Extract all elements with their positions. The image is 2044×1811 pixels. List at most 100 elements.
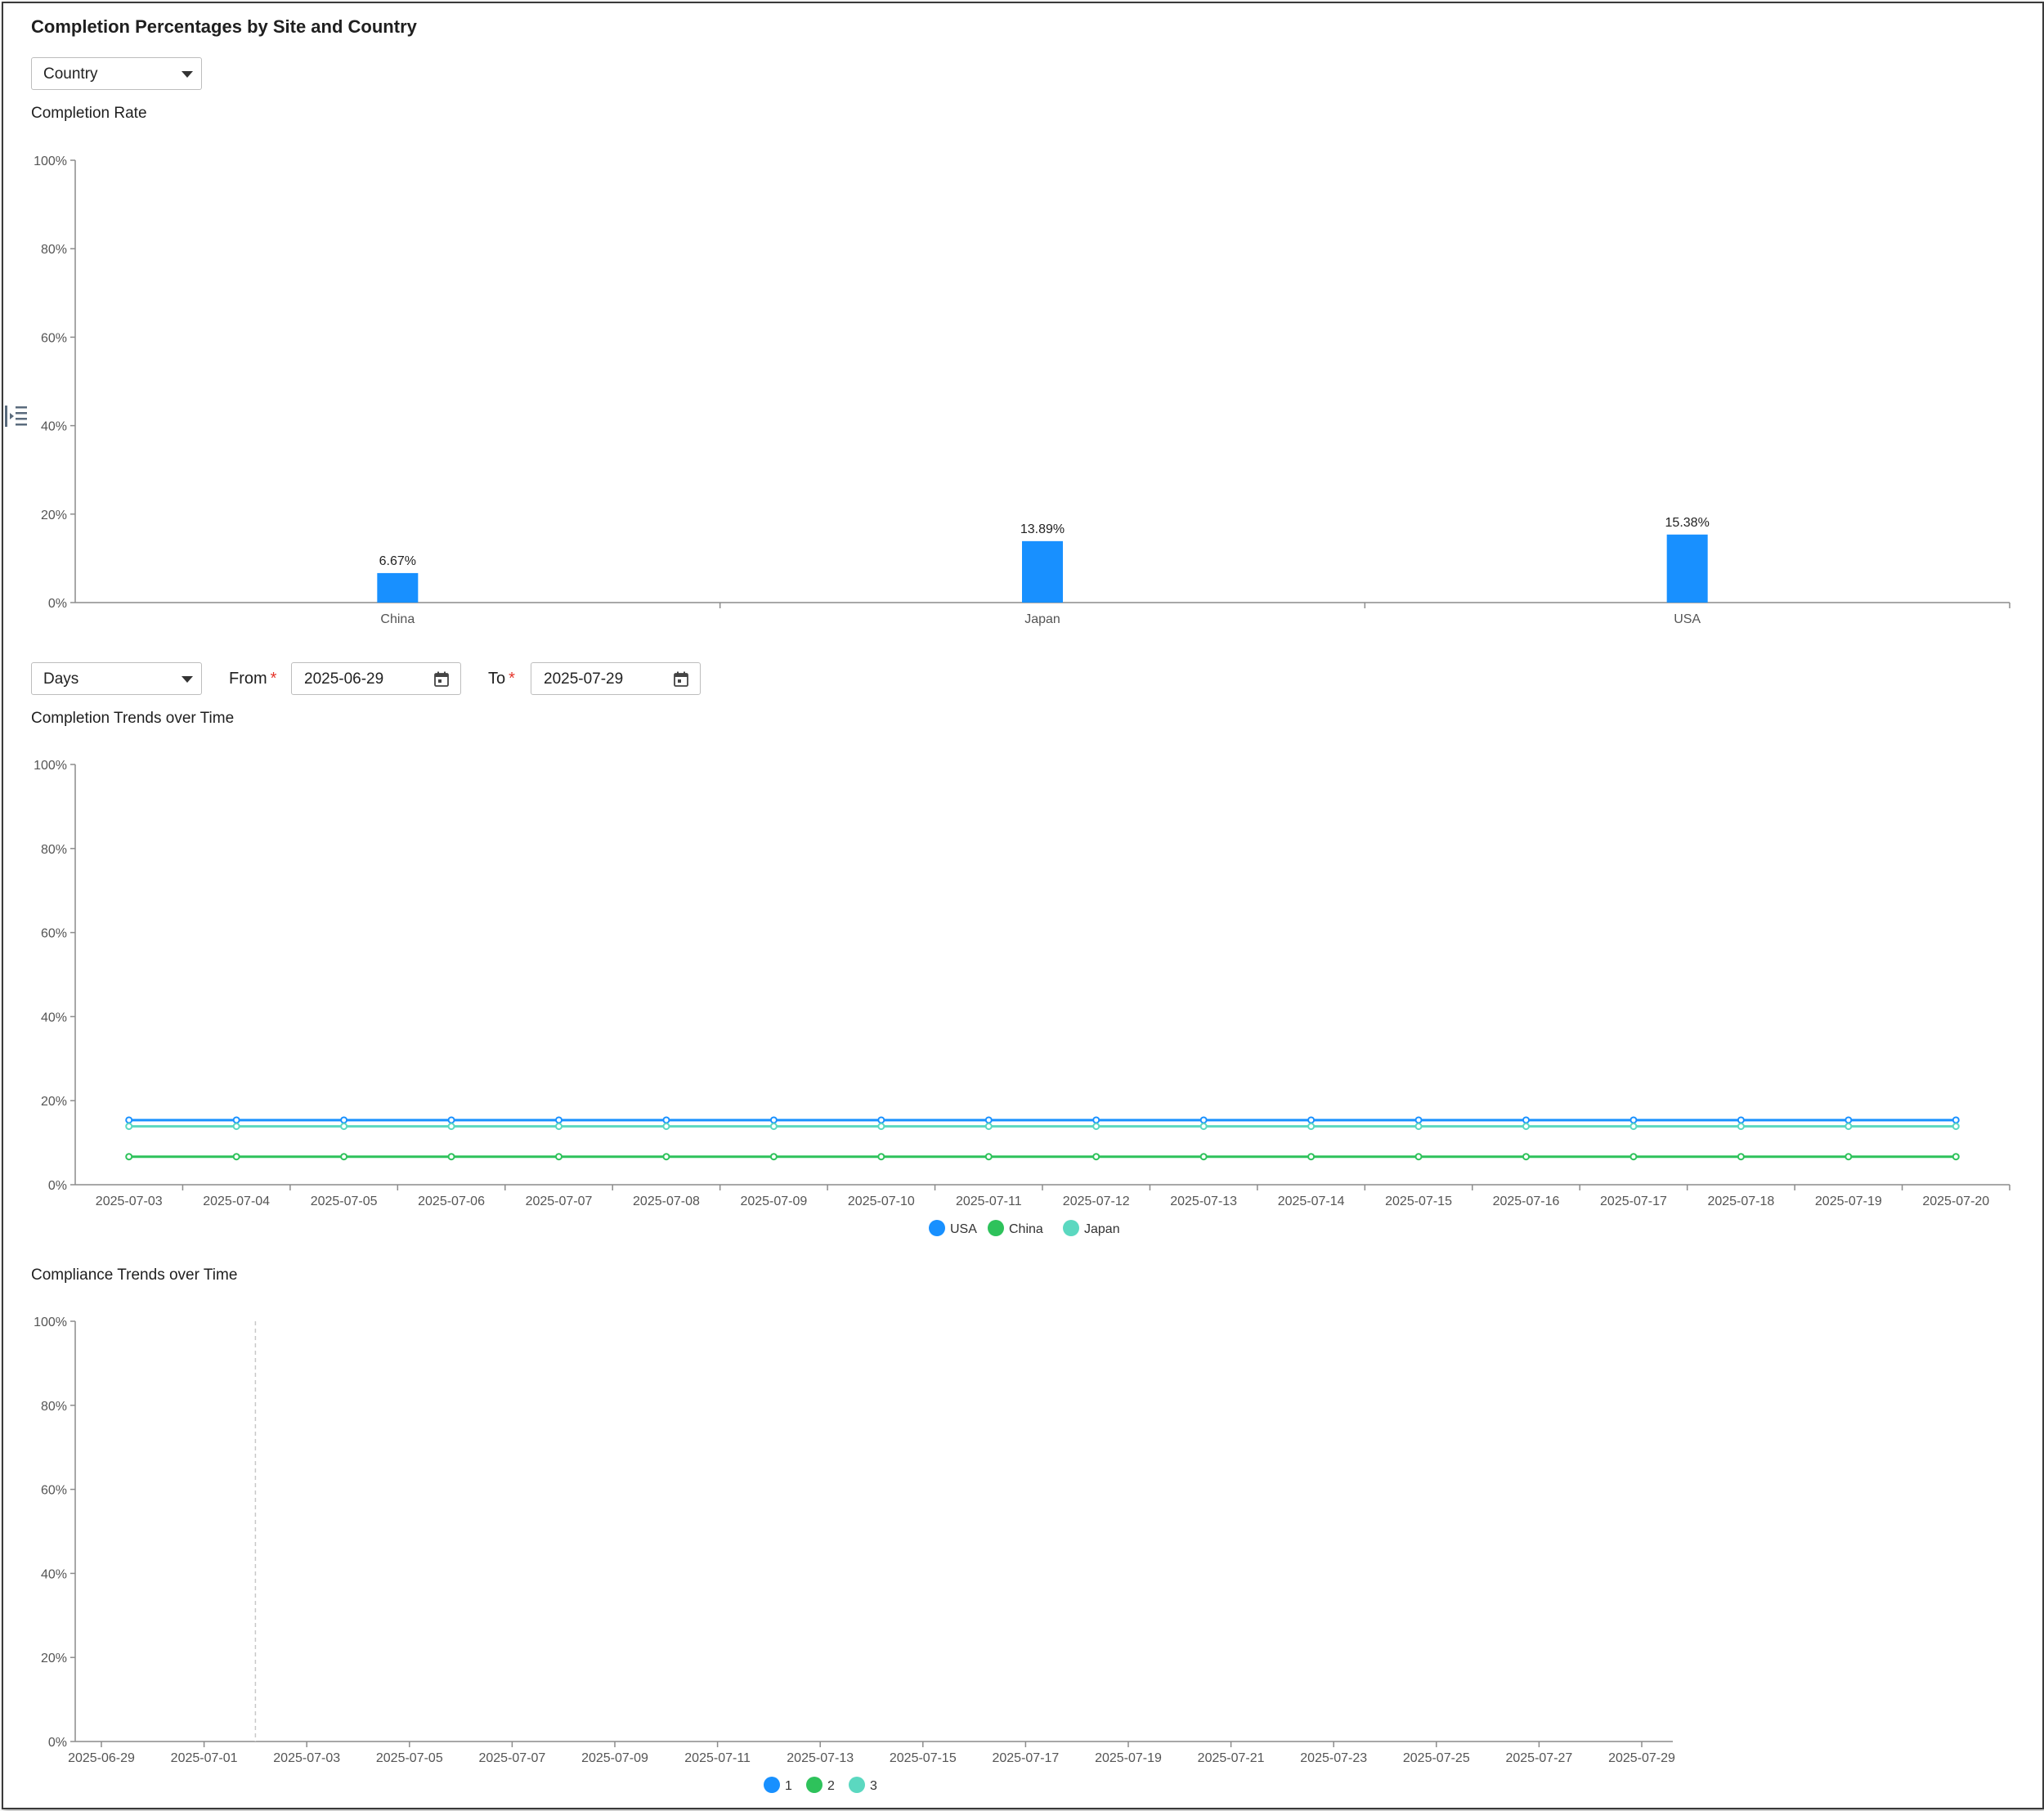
- y-tick-label: 0%: [48, 1736, 67, 1750]
- x-tick-label: 2025-07-19: [1095, 1751, 1162, 1765]
- x-tick-label: 2025-07-07: [526, 1195, 593, 1208]
- x-tick-label: 2025-07-15: [1385, 1195, 1452, 1208]
- data-point: [769, 1123, 778, 1131]
- calendar-icon[interactable]: [434, 671, 449, 691]
- x-tick-label: 2025-07-07: [478, 1751, 545, 1765]
- data-point: [1522, 1123, 1530, 1131]
- data-point: [662, 1116, 670, 1124]
- data-point: [1629, 1123, 1638, 1131]
- data-point: [1845, 1123, 1853, 1131]
- data-point: [555, 1153, 563, 1161]
- from-date-input[interactable]: 2025-06-29: [291, 662, 461, 695]
- y-tick-label: 40%: [41, 1567, 67, 1581]
- x-tick-label: 2025-07-29: [1608, 1751, 1675, 1765]
- x-tick-label: 2025-07-13: [1170, 1195, 1237, 1208]
- data-point: [232, 1153, 240, 1161]
- data-point: [1307, 1123, 1316, 1131]
- legend-label: 1: [785, 1779, 792, 1793]
- y-tick-label: 40%: [41, 1011, 67, 1024]
- x-tick-label: 2025-07-19: [1815, 1195, 1882, 1208]
- data-point: [1952, 1153, 1960, 1161]
- x-tick-label: 2025-07-05: [311, 1195, 378, 1208]
- x-tick-label: USA: [1674, 612, 1701, 626]
- x-tick-label: 2025-07-05: [376, 1751, 443, 1765]
- period-select[interactable]: Days: [31, 662, 202, 695]
- x-tick-label: 2025-07-09: [581, 1751, 648, 1765]
- calendar-icon[interactable]: [674, 671, 688, 691]
- x-tick-label: 2025-07-11: [684, 1751, 751, 1765]
- data-point: [1845, 1153, 1853, 1161]
- chevron-down-icon: [182, 676, 193, 683]
- x-tick-label: 2025-06-29: [68, 1751, 135, 1765]
- y-tick-label: 80%: [41, 843, 67, 857]
- data-point: [447, 1153, 455, 1161]
- charts-canvas: 0%20%40%60%80%100%6.67%China13.89%Japan1…: [34, 155, 2010, 1793]
- period-select-value: Days: [43, 670, 79, 688]
- x-tick-label: Japan: [1024, 612, 1060, 626]
- legend-marker: [988, 1220, 1004, 1236]
- data-point: [1199, 1116, 1208, 1124]
- legend-label: China: [1009, 1222, 1043, 1236]
- data-point: [1414, 1116, 1423, 1124]
- data-point: [1414, 1123, 1423, 1131]
- data-point: [984, 1123, 993, 1131]
- x-tick-label: 2025-07-14: [1278, 1195, 1345, 1208]
- to-date-value: 2025-07-29: [544, 670, 624, 688]
- x-tick-label: 2025-07-17: [992, 1751, 1059, 1765]
- data-point: [1414, 1153, 1423, 1161]
- y-tick-label: 60%: [41, 331, 67, 345]
- y-tick-label: 60%: [41, 927, 67, 941]
- from-label: From *: [229, 670, 276, 688]
- data-point: [125, 1153, 133, 1161]
- x-tick-label: 2025-07-04: [203, 1195, 270, 1208]
- data-point: [1629, 1116, 1638, 1124]
- bar: [377, 572, 419, 603]
- data-point: [984, 1153, 993, 1161]
- from-date-value: 2025-06-29: [304, 670, 384, 688]
- x-tick-label: 2025-07-23: [1300, 1751, 1367, 1765]
- y-tick-label: 80%: [41, 1400, 67, 1414]
- legend-marker: [806, 1777, 823, 1793]
- data-point: [984, 1116, 993, 1124]
- data-point: [877, 1123, 885, 1131]
- compliance-trends-chart: 0% 20% 40% 60% 80% 100% 2025-06-29 2025-07-01 20…: [34, 1316, 1675, 1793]
- data-point: [1092, 1153, 1100, 1161]
- data-point: [1307, 1153, 1316, 1161]
- to-date-input[interactable]: 2025-07-29: [531, 662, 701, 695]
- bar-data-label: 15.38%: [1665, 516, 1710, 530]
- data-point: [232, 1116, 240, 1124]
- data-point: [1845, 1116, 1853, 1124]
- data-point: [769, 1116, 778, 1124]
- required-mark: *: [270, 670, 277, 688]
- legend-marker: [849, 1777, 865, 1793]
- data-point: [1522, 1116, 1530, 1124]
- y-tick-label: 20%: [41, 1652, 67, 1665]
- x-tick-label: 2025-07-16: [1493, 1195, 1560, 1208]
- x-tick-label: 2025-07-11: [956, 1195, 1022, 1208]
- data-point: [1952, 1116, 1960, 1124]
- data-point: [1307, 1116, 1316, 1124]
- data-point: [1522, 1153, 1530, 1161]
- to-label: To *: [488, 670, 515, 688]
- y-tick-label: 100%: [34, 155, 67, 168]
- legend-label: USA: [950, 1222, 977, 1236]
- y-tick-label: 60%: [41, 1484, 67, 1498]
- data-point: [1737, 1116, 1745, 1124]
- data-point: [1199, 1153, 1208, 1161]
- bar: [1666, 534, 1708, 603]
- y-tick-label: 100%: [34, 1316, 67, 1329]
- data-point: [662, 1123, 670, 1131]
- data-point: [769, 1153, 778, 1161]
- x-tick-label: 2025-07-01: [171, 1751, 238, 1765]
- x-tick-label: 2025-07-12: [1063, 1195, 1130, 1208]
- x-tick-label: 2025-07-21: [1198, 1751, 1265, 1765]
- data-point: [555, 1123, 563, 1131]
- bar: [1022, 540, 1063, 603]
- data-point: [1952, 1123, 1960, 1131]
- x-tick-label: 2025-07-06: [418, 1195, 485, 1208]
- legend-label: 3: [870, 1779, 877, 1793]
- data-point: [1092, 1116, 1100, 1124]
- x-tick-label: 2025-07-27: [1505, 1751, 1572, 1765]
- x-tick-label: 2025-07-03: [273, 1751, 340, 1765]
- required-mark: *: [509, 670, 515, 688]
